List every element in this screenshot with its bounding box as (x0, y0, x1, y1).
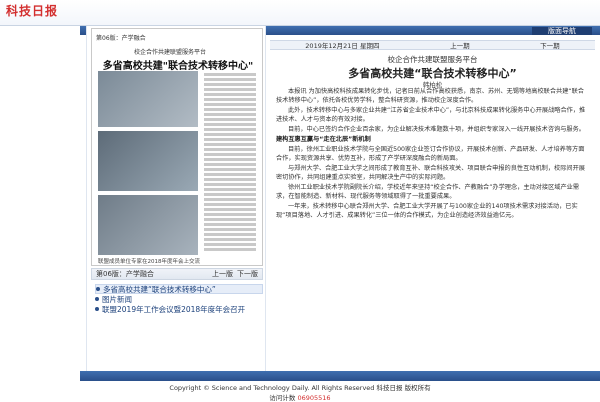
issue-date: 2019年12月21日 星期四 (305, 42, 380, 50)
next-page-link[interactable]: 下一版 (237, 269, 258, 279)
footer: Copyright © Science and Technology Daily… (0, 382, 600, 402)
page-thumbnail[interactable]: 第06版：产学融合 校企合作共建联盟服务平台 多省高校共建"联合技术转移中心" … (91, 28, 263, 266)
article-list-item[interactable]: 多省高校共建“联合技术转移中心” (95, 284, 263, 294)
article-paragraph: 一年来，技术转移中心联合郑州大学、合肥工业大学开展了与100家企业的140项技术… (276, 203, 578, 219)
thumbnail-photo-3 (98, 195, 198, 255)
article-paragraph: 目前，徐州工业职业技术学院与全国近500家企业签订合作协议，开展技术创新、产品研… (276, 146, 585, 162)
thumbnail-page-label: 第06版：产学融合 (96, 35, 146, 42)
bullet-icon (96, 287, 100, 291)
page-switch-bar: 第06版：产学融合 上一版 下一版 (91, 268, 263, 280)
next-issue-link[interactable]: 下一期 (540, 40, 560, 50)
top-bar: 科技日报 (0, 0, 600, 26)
article-subheading: 建构互惠互赢与“走在北辰”新机制 (276, 136, 371, 143)
article-panel: 2019年12月21日 星期四 上一期 下一期 校企合作共建联盟服务平台 多省高… (270, 35, 595, 370)
article-list-item[interactable]: 联盟2019年工作会议暨2018年度年会召开 (95, 304, 263, 314)
page-nav-button[interactable]: 版面导航 (532, 27, 592, 35)
thumbnail-caption: 联盟成员单位专家在2018年度年会上交流 (98, 259, 200, 265)
article-paragraph: 目前，中心已签约合作企业百余家，为企业解决技术难题数十项，并组织专家深入一线开展… (288, 126, 585, 133)
article-paragraph: 本报讯 为加快高校科技成果转化步伐，记者日前从合作高校获悉，南京、苏州、无锡等地… (276, 88, 584, 104)
article-paragraph: 徐州工业职业技术学院副院长介绍，学校近年来坚持“校企合作、产教融合”办学理念，主… (276, 184, 580, 200)
date-bar: 2019年12月21日 星期四 上一期 下一期 (270, 40, 595, 50)
thumbnail-text-column (204, 71, 256, 257)
prev-page-link[interactable]: 上一版 (212, 269, 233, 279)
article-pretitle: 校企合作共建联盟服务平台 (387, 55, 478, 64)
thumbnail-photo-1 (98, 71, 198, 127)
left-panel: 第06版：产学融合 校企合作共建联盟服务平台 多省高校共建"联合技术转移中心" … (86, 26, 266, 371)
prev-issue-link[interactable]: 上一期 (450, 40, 470, 50)
bullet-icon (95, 307, 99, 311)
footer-ribbon (80, 371, 600, 381)
thumbnail-subtitle: 校企合作共建联盟服务平台 (134, 49, 207, 56)
page-label: 第06版：产学融合 (96, 270, 154, 278)
article-list-item[interactable]: 图片新闻 (95, 294, 263, 304)
article-body: 本报讯 为加快高校科技成果转化步伐，记者日前从合作高校获悉，南京、苏州、无锡等地… (276, 87, 589, 361)
article-paragraph: 此外，技术转移中心与多家企业共建“江苏省企业技术中心”，与北京科技成果转化服务中… (276, 107, 586, 123)
bullet-icon (95, 297, 99, 301)
thumbnail-header: 第06版：产学融合 (94, 31, 262, 43)
article-list: 多省高校共建“联合技术转移中心” 图片新闻 联盟2019年工作会议暨2018年度… (95, 284, 263, 314)
article-paragraph: 与郑州大学、合肥工业大学之间形成了教育互补、联合科技攻关、项目联合申报的良性互动… (276, 165, 585, 181)
thumbnail-title: 多省高校共建"联合技术转移中心" (102, 61, 254, 72)
thumbnail-photo-2 (98, 131, 198, 191)
visitor-counter: 访问计数 06905516 (269, 394, 331, 402)
copyright-text: Copyright © Science and Technology Daily… (169, 384, 431, 392)
site-logo[interactable]: 科技日报 (6, 2, 58, 19)
